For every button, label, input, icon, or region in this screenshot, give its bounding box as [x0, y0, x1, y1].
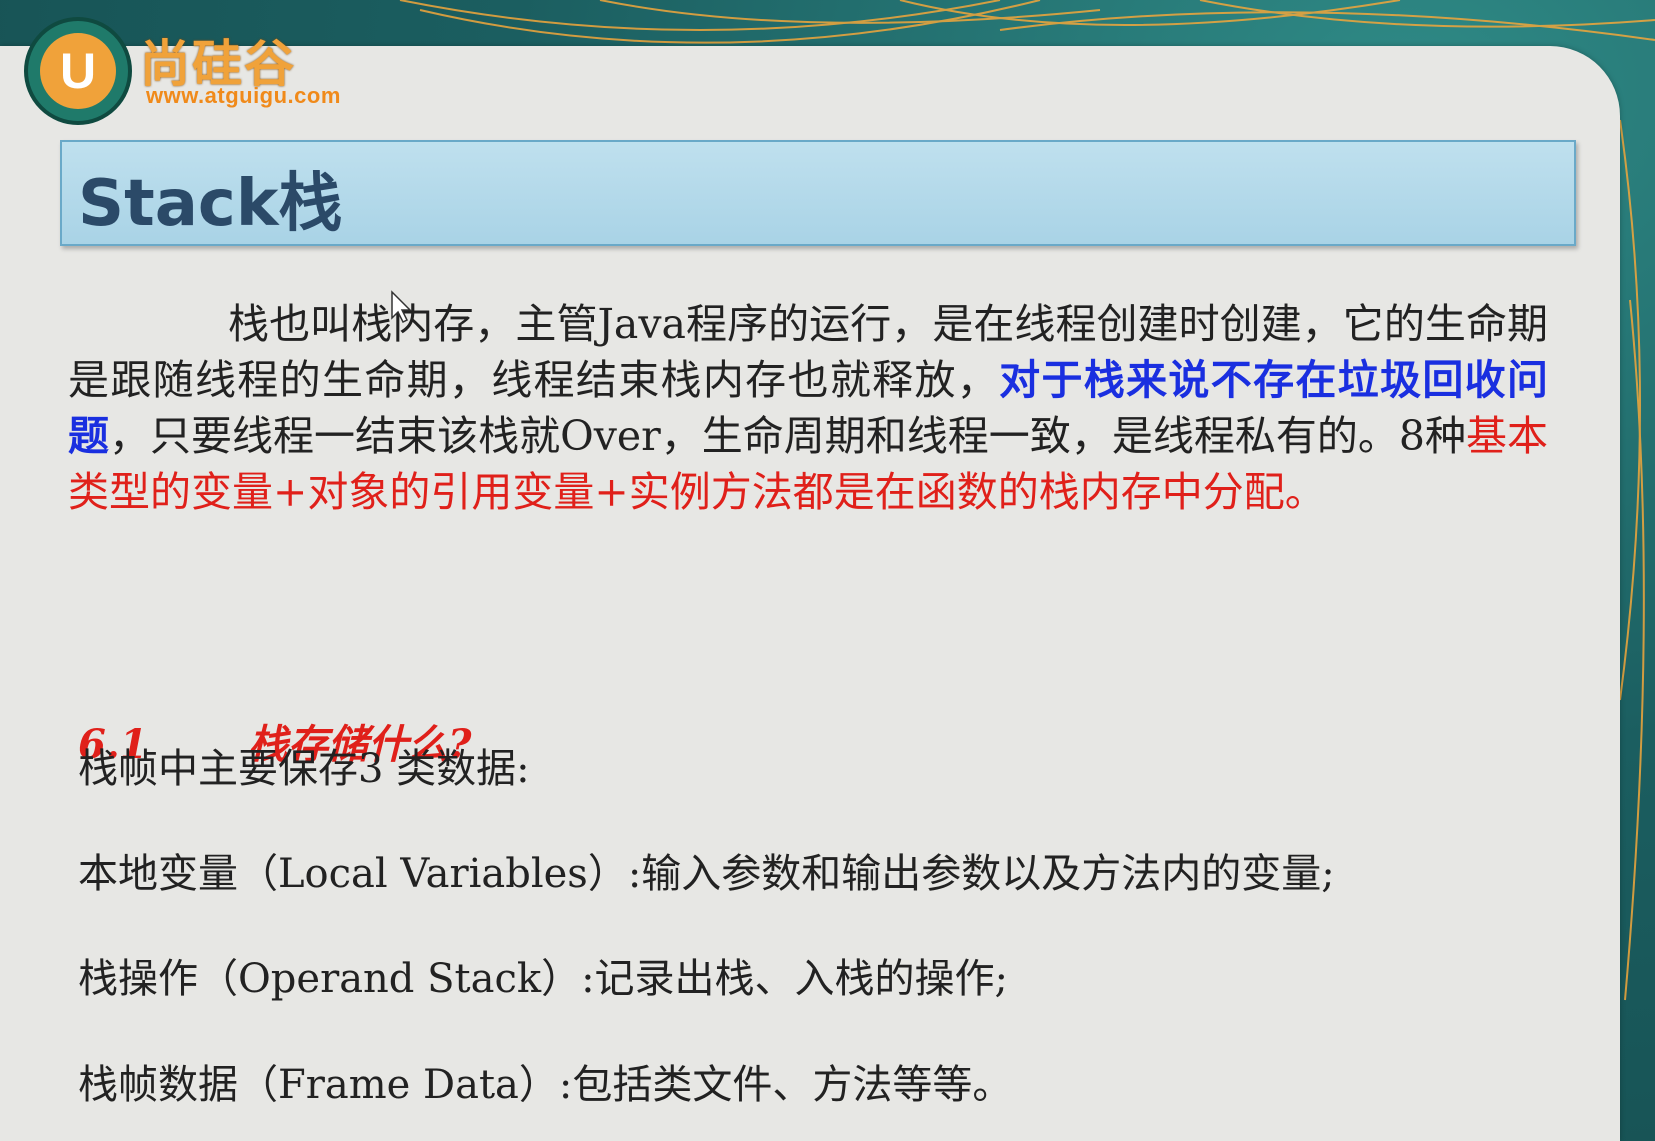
svg-text:U: U	[60, 43, 96, 99]
paragraph-text-2: ，只要线程一结束该栈就Over，生命周期和线程一致，是线程私有的。8种	[109, 412, 1466, 460]
operand-stack-line: 栈操作（Operand Stack）:记录出栈、入栈的操作;	[78, 956, 1009, 1002]
atguigu-logo-icon: U	[24, 17, 132, 125]
intro-paragraph: 栈也叫栈内存，主管Java程序的运行，是在线程创建时创建，它的生命期是跟随线程的…	[68, 296, 1548, 520]
brand-url: www.atguigu.com	[146, 83, 341, 108]
local-variables-line: 本地变量（Local Variables）:输入参数和输出参数以及方法内的变量;	[78, 851, 1335, 897]
title-bar: Stack栈	[60, 140, 1576, 246]
presentation-stage: U 尚硅谷 www.atguigu.com Stack栈 栈也叫栈内存，主管Ja…	[0, 0, 1655, 1141]
mouse-pointer-icon	[391, 290, 412, 324]
slide-title: Stack栈	[78, 167, 343, 241]
frame-data-line: 栈帧数据（Frame Data）:包括类文件、方法等等。	[78, 1062, 1013, 1108]
frame-summary-line: 栈帧中主要保存3 类数据:	[78, 746, 530, 792]
slide-canvas: U 尚硅谷 www.atguigu.com Stack栈 栈也叫栈内存，主管Ja…	[0, 17, 1620, 1141]
